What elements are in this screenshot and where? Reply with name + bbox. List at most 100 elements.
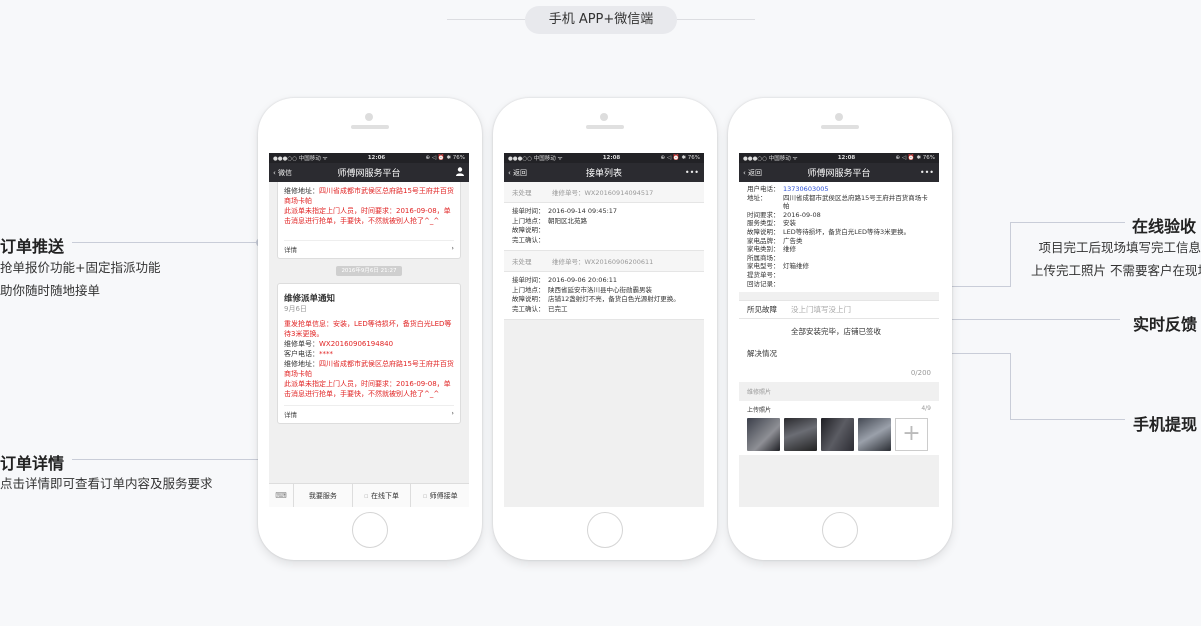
field-label: 上门地点： — [512, 285, 545, 294]
resolution-field[interactable]: 全部安装完毕，店铺已签收 解决情况 0/200 — [739, 318, 939, 383]
menu-online-order-label: 在线下单 — [371, 491, 399, 500]
status-bar: ●●●○○ 中国移动 ᯤ 12:08 ⊕ ◁ ⏰ ✱ 76% — [504, 153, 704, 163]
order-list: 未处理 维修单号：WX20160914094517 接单时间： 2016-09-1… — [504, 182, 704, 320]
menu-online-order[interactable]: ▫ 在线下单 — [351, 483, 411, 507]
card1-detail-label: 详情 — [284, 246, 297, 254]
menu-my-service[interactable]: 我要服务 — [293, 483, 352, 507]
status-bar: ●●●○○ 中国移动 ᯤ 12:08 ⊕ ◁ ⏰ ✱ 76% — [739, 153, 939, 163]
order-card[interactable]: 维修派单通知 9月6日 重发抢单信息：安装，LED等待损坏，备货白光LED等待3… — [277, 283, 461, 424]
info-label: 提货单号： — [747, 270, 780, 279]
keyboard-icon[interactable]: ⌨ — [269, 484, 293, 508]
card2-order-value: WX20160906194840 — [319, 340, 394, 348]
info-label: 服务类型： — [747, 219, 780, 228]
field-label: 接单时间： — [512, 276, 545, 284]
menu-master-accept-label: 师傅接单 — [429, 491, 458, 500]
info-value: 维修 — [783, 245, 796, 254]
card2-detail-link[interactable]: 详情 › — [284, 405, 454, 419]
battery-label: ⊕ ◁ ⏰ ✱ 76% — [425, 155, 465, 161]
order-push-desc: 抢单报价功能+固定指派功能 助你随时随地接单 — [0, 256, 160, 302]
customer-phone-link[interactable]: 13730603005 — [783, 185, 829, 194]
info-label: 家电品牌： — [747, 236, 780, 245]
card1-address: 维修地址：四川省成都市武侯区总府路15号王府井百货商场卡帕 — [284, 186, 454, 206]
withdraw-title: 手机提现 — [1133, 415, 1198, 434]
order-info: 用户电话： 13730603005 地址： 四川省成都市武侯区总府路15号王府井百货… — [739, 182, 939, 293]
card2-order-label: 维修单号： — [284, 340, 319, 348]
more-icon[interactable]: ••• — [920, 168, 934, 177]
card2-date: 9月6日 — [284, 305, 307, 313]
order-card-partial[interactable]: 维修地址：四川省成都市武侯区总府路15号王府井百货商场卡帕 此派单未指定上门人员… — [277, 182, 461, 259]
card2-phone-label: 客户电话： — [284, 350, 319, 358]
fault-field[interactable]: 所见故障 没上门填写没上门 — [739, 300, 939, 319]
back-label: 返回 — [513, 168, 528, 177]
info-label: 用户电话： — [747, 185, 780, 193]
order-push-line-2: 助你随时随地接单 — [0, 283, 101, 298]
card1-address-label: 维修地址： — [284, 187, 319, 195]
order-detail-title: 订单详情 — [0, 454, 65, 473]
card2-phone-value: **** — [319, 350, 333, 358]
upload-label: 上传照片 — [747, 407, 772, 415]
phone-camera — [600, 113, 608, 121]
menu-master-accept[interactable]: ▫ 师傅接单 — [410, 483, 469, 507]
phone-screen: ●●●○○ 中国移动 ᯤ 12:08 ⊕ ◁ ⏰ ✱ 76% ‹ 返回 接单列表… — [504, 153, 704, 507]
resolution-input[interactable]: 全部安装完毕，店铺已签收 — [791, 326, 881, 337]
info-value: LED等待损坏，备货白光LED等待3米更换。 — [783, 227, 911, 236]
field-value: 陕西省延安市洛川县中心街勋霸男装 — [548, 285, 652, 294]
phone-screen: ●●●○○ 中国移动 ᯤ 12:08 ⊕ ◁ ⏰ ✱ 76% ‹ 返回 师傅网服… — [739, 153, 939, 507]
profile-icon[interactable] — [456, 167, 464, 178]
nav-bar: ‹ 微信 师傅网服务平台 — [269, 163, 469, 182]
online-accept-line-2: 上传完工照片 不需要客户在现场 — [1031, 263, 1201, 278]
chat-timestamp: 2016年9月6日 21:27 — [336, 266, 402, 276]
more-icon[interactable]: ••• — [685, 168, 699, 177]
field-value: 已完工 — [548, 304, 568, 313]
chevron-right-icon: › — [451, 409, 454, 417]
back-label: 返回 — [748, 168, 763, 177]
card2-detail-label: 详情 — [284, 411, 297, 419]
section-title: 手机 APP+微信端 — [525, 6, 677, 34]
order-push-line-1: 抢单报价功能+固定指派功能 — [0, 260, 161, 275]
back-button[interactable]: ‹ 微信 — [273, 168, 292, 178]
clock-label: 12:06 — [367, 155, 386, 161]
nav-bar: ‹ 返回 接单列表 ••• — [504, 163, 704, 182]
online-accept-title: 在线验收 — [1132, 217, 1197, 236]
online-accept-line-1: 项目完工后现场填写完工信息 — [1038, 240, 1201, 255]
phone-camera — [365, 113, 373, 121]
fault-input[interactable]: 没上门填写没上门 — [791, 301, 851, 318]
back-button[interactable]: ‹ 返回 — [508, 168, 527, 178]
fault-label: 所见故障 — [747, 305, 777, 315]
back-button[interactable]: ‹ 返回 — [743, 168, 762, 178]
order-status: 未处理 — [512, 258, 532, 266]
field-value: 2016-09-06 20:06:11 — [548, 276, 618, 284]
info-label: 故障说明： — [747, 227, 780, 236]
add-photo-button[interactable]: + — [895, 418, 928, 452]
home-button[interactable] — [587, 512, 623, 548]
field-label: 故障说明： — [512, 226, 545, 234]
upload-count: 4/9 — [921, 405, 931, 413]
info-label: 回访记录： — [747, 279, 780, 288]
order-header: 未处理 维修单号：WX20160906200611 — [504, 251, 704, 272]
header-divider-right — [677, 19, 755, 20]
info-value: 广告类 — [783, 236, 803, 245]
order-push-connector — [72, 242, 258, 243]
home-button[interactable] — [352, 512, 388, 548]
photo-thumbnail[interactable] — [784, 418, 817, 452]
photo-thumbnail[interactable] — [858, 418, 891, 452]
order-status: 未处理 — [512, 189, 532, 197]
card2-phone: 客户电话：**** — [284, 349, 454, 359]
withdraw-connector-vert — [1010, 353, 1011, 420]
withdraw-connector-bottom — [1010, 419, 1125, 420]
status-bar: ●●●○○ 中国移动 ᯤ 12:06 ⊕ ◁ ⏰ ✱ 76% — [269, 153, 469, 163]
card1-detail-link[interactable]: 详情 › — [284, 240, 454, 254]
phone-camera — [835, 113, 843, 121]
field-label: 接单时间： — [512, 207, 545, 215]
phone-screen: ●●●○○ 中国移动 ᯤ 12:06 ⊕ ◁ ⏰ ✱ 76% ‹ 微信 师傅网服… — [269, 153, 469, 507]
photo-thumbnail[interactable] — [821, 418, 854, 452]
photo-thumbnail[interactable] — [747, 418, 780, 452]
nav-title: 师傅网服务平台 — [807, 169, 871, 179]
photo-grid: + — [747, 418, 931, 452]
order-item[interactable]: 接单时间： 2016-09-06 20:06:11 上门地点： 陕西省延安市洛川县中… — [504, 272, 704, 320]
home-button[interactable] — [822, 512, 858, 548]
clock-label: 12:08 — [837, 155, 856, 161]
card2-address: 维修地址：四川省成都市武侯区总府路15号王府井百货商场卡帕 — [284, 359, 454, 379]
upload-header: 上传照片 4/9 — [747, 405, 931, 414]
order-item[interactable]: 接单时间： 2016-09-14 09:45:17 上门地点： 朝阳区北苑路 故障说… — [504, 203, 704, 251]
